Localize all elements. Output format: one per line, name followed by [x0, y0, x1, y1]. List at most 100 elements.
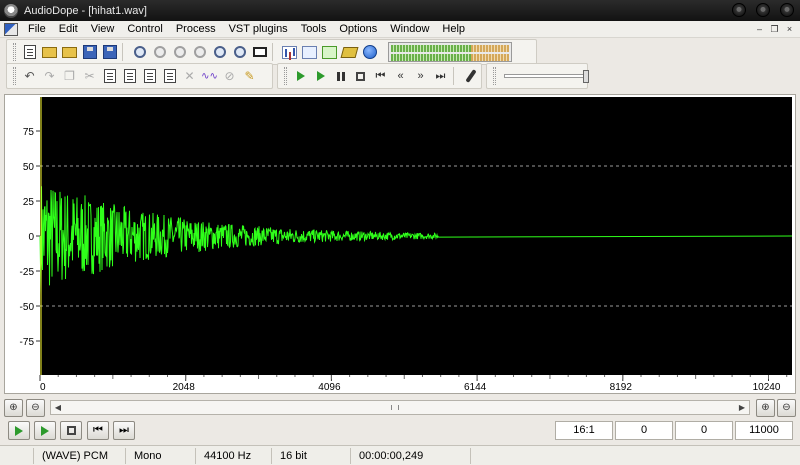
child-minimize-icon[interactable]: –: [755, 25, 764, 34]
child-close-icon[interactable]: ×: [785, 25, 794, 34]
save-as-button[interactable]: [100, 43, 119, 62]
menu-edit[interactable]: Edit: [53, 23, 85, 35]
zoom-out-horizontal-button[interactable]: ⊖: [26, 399, 45, 417]
zoom-selection-button[interactable]: [170, 43, 189, 62]
zoom-out-button[interactable]: [150, 43, 169, 62]
menu-view[interactable]: View: [85, 23, 122, 35]
fast-forward-button[interactable]: »: [411, 67, 430, 86]
fit-window-icon: [252, 47, 267, 57]
pencil-icon: ✎: [244, 69, 255, 83]
cut-button[interactable]: ✂: [80, 67, 99, 86]
child-restore-icon[interactable]: ❐: [770, 25, 779, 34]
silence-button[interactable]: ⊘: [220, 67, 239, 86]
title-bar: AudioDope - [hihat1.wav]: [0, 0, 800, 21]
menu-window[interactable]: Window: [384, 23, 436, 35]
wav-info-button[interactable]: [320, 43, 339, 62]
status-format: (WAVE) PCM: [34, 447, 126, 464]
go-end-button[interactable]: ⏭: [431, 67, 450, 86]
paste-replace-button[interactable]: [160, 67, 179, 86]
delete-button[interactable]: ✕: [180, 67, 199, 86]
zoom-ratio-field[interactable]: 16:1: [555, 421, 613, 440]
maximize-icon[interactable]: [756, 3, 770, 17]
selection-end-field[interactable]: 0: [675, 421, 733, 440]
volume-slider[interactable]: [503, 70, 589, 83]
transport-play-button[interactable]: [8, 421, 30, 440]
skip-start-icon: ⏮: [93, 424, 103, 436]
rewind-button[interactable]: «: [391, 67, 410, 86]
open-file-button[interactable]: [40, 43, 59, 62]
play-selection-button[interactable]: [311, 67, 330, 86]
volume-slider-thumb[interactable]: [582, 70, 589, 83]
y-tick-label: -50: [20, 302, 35, 313]
fast-forward-icon: »: [417, 70, 424, 82]
waveform-view-button[interactable]: [300, 43, 319, 62]
zoom-vertical-button[interactable]: [230, 43, 249, 62]
close-icon[interactable]: [780, 3, 794, 17]
position-field[interactable]: 11000: [735, 421, 793, 440]
horizontal-scrollbar[interactable]: ◀ ▶: [50, 400, 750, 415]
transport-go-end-button[interactable]: ⏭: [113, 421, 135, 440]
paste-button[interactable]: [100, 67, 119, 86]
save-button[interactable]: [80, 43, 99, 62]
transport-go-start-button[interactable]: ⏮: [87, 421, 109, 440]
menu-process[interactable]: Process: [170, 23, 223, 35]
y-axis: 75 50 25 0 -25 -50 -75: [20, 127, 40, 348]
stop-icon: [356, 71, 365, 81]
skip-end-icon: ⏭: [119, 424, 129, 436]
document-window-icon[interactable]: [4, 22, 18, 36]
edit-toolbar: ↶ ↷ ❐ ✂ ✕ ∿∿ ⊘ ✎: [6, 63, 273, 89]
stop-button[interactable]: [351, 67, 370, 86]
menu-control[interactable]: Control: [121, 23, 169, 35]
delete-x-icon: ✕: [184, 69, 195, 83]
menu-vst-plugins[interactable]: VST plugins: [223, 23, 295, 35]
menu-options[interactable]: Options: [333, 23, 384, 35]
microphone-icon: [464, 69, 477, 83]
edit-marker-button[interactable]: ✎: [240, 67, 259, 86]
zoom-out-vertical-button[interactable]: ⊖: [777, 399, 796, 417]
copy-button[interactable]: ❐: [60, 67, 79, 86]
menu-file[interactable]: File: [22, 23, 53, 35]
trim-wave-icon: ∿∿: [201, 70, 218, 82]
toolbar-grip[interactable]: [284, 67, 287, 85]
minimize-icon[interactable]: [732, 3, 746, 17]
fit-window-button[interactable]: [250, 43, 269, 62]
y-tick-label: 0: [28, 232, 34, 243]
menu-help[interactable]: Help: [436, 23, 472, 35]
toolbar-grip[interactable]: [13, 43, 16, 61]
paste-mix-button[interactable]: [140, 67, 159, 86]
pause-button[interactable]: [331, 67, 350, 86]
go-start-button[interactable]: ⏮: [371, 67, 390, 86]
trim-button[interactable]: ∿∿: [200, 67, 219, 86]
play-button[interactable]: [291, 67, 310, 86]
toolbar-separator: [272, 43, 278, 61]
record-button[interactable]: [461, 67, 480, 86]
toolbar-grip[interactable]: [493, 67, 496, 85]
transport-stop-button[interactable]: [60, 421, 82, 440]
waveform-view[interactable]: 75 50 25 0 -25 -50 -75 0 2048 4096 6144 8192 10240: [4, 94, 796, 394]
zoom-in-horizontal-button[interactable]: ⊕: [4, 399, 23, 417]
wav-file-icon: [322, 45, 337, 59]
about-button[interactable]: [360, 43, 379, 62]
new-file-button[interactable]: [20, 43, 39, 62]
scroll-left-arrow-icon[interactable]: ◀: [51, 401, 65, 414]
waveform-canvas[interactable]: 75 50 25 0 -25 -50 -75 0 2048 4096 6144 8192 10240: [5, 95, 795, 393]
zoom-previous-button[interactable]: [190, 43, 209, 62]
toolbar-grip[interactable]: [13, 67, 16, 85]
zoom-in-vertical-button[interactable]: ⊕: [756, 399, 775, 417]
zoom-full-button[interactable]: [210, 43, 229, 62]
zoom-in-button[interactable]: [130, 43, 149, 62]
redo-button[interactable]: ↷: [40, 67, 59, 86]
scroll-thumb-grip[interactable]: [391, 405, 399, 410]
status-time: 00:00:00,249: [351, 447, 471, 464]
transport-play-selection-button[interactable]: [34, 421, 56, 440]
menu-tools[interactable]: Tools: [295, 23, 334, 35]
open-recent-button[interactable]: [60, 43, 79, 62]
scroll-right-arrow-icon[interactable]: ▶: [735, 401, 749, 414]
spectrum-button[interactable]: [280, 43, 299, 62]
selection-start-field[interactable]: 0: [615, 421, 673, 440]
plugins-button[interactable]: [340, 43, 359, 62]
zoom-selection-icon: [173, 46, 186, 58]
paste-new-button[interactable]: [120, 67, 139, 86]
undo-button[interactable]: ↶: [20, 67, 39, 86]
y-tick-label: -25: [20, 267, 35, 278]
